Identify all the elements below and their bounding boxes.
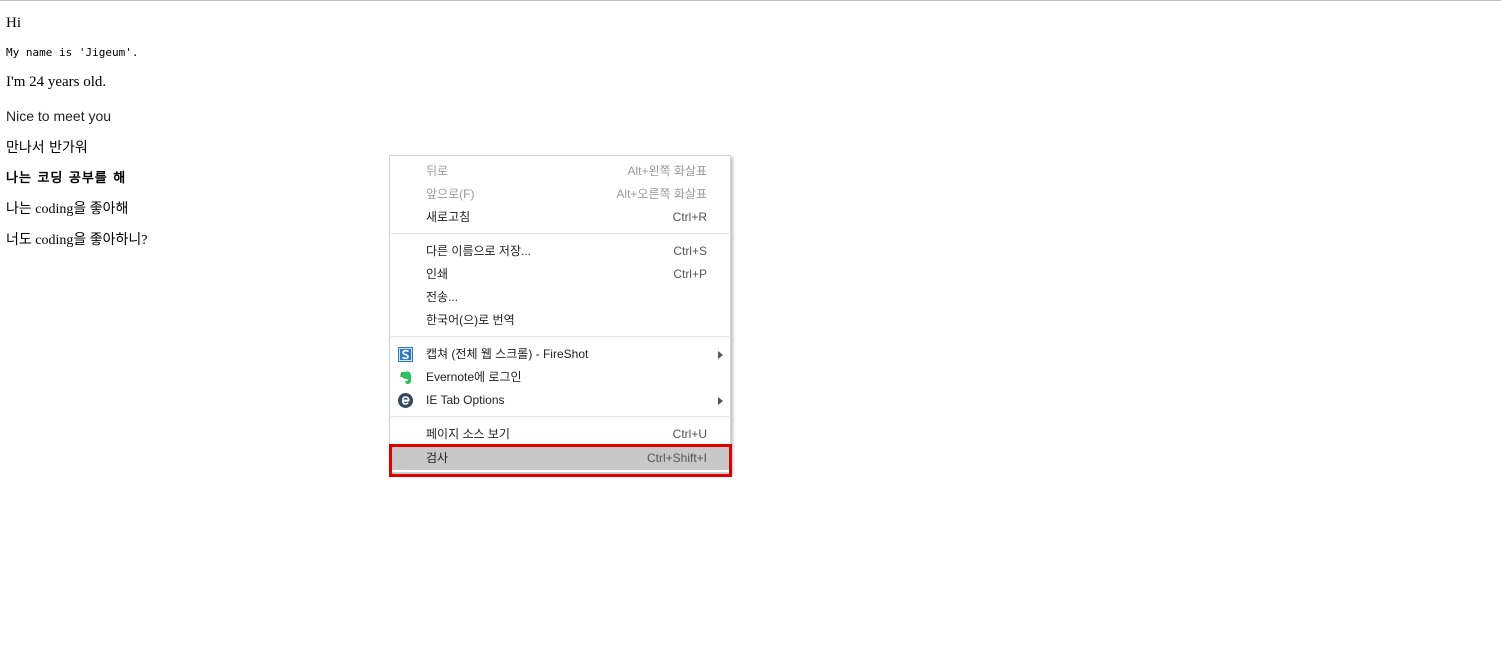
menu-item-cast[interactable]: 전송... — [390, 286, 730, 309]
menu-item-label: Evernote에 로그인 — [426, 370, 522, 384]
menu-item-reload[interactable]: 새로고침 Ctrl+R — [390, 206, 730, 229]
menu-separator — [391, 416, 729, 417]
menu-item-translate[interactable]: 한국어(으)로 번역 — [390, 309, 730, 332]
menu-item-inspect[interactable]: 검사 Ctrl+Shift+I — [390, 447, 730, 470]
menu-item-label: 한국어(으)로 번역 — [426, 313, 515, 327]
menu-separator — [391, 233, 729, 234]
ie-tab-icon — [398, 393, 413, 408]
text-line-korean-question: 너도 coding을 좋아하니? — [6, 233, 148, 248]
text-line-korean-greeting: 만나서 반가워 — [6, 140, 88, 156]
menu-item-evernote[interactable]: Evernote에 로그인 — [390, 366, 730, 389]
menu-item-label: IE Tab Options — [426, 393, 505, 407]
menu-item-back[interactable]: 뒤로 Alt+왼쪽 화살표 — [390, 160, 730, 183]
text-line-age: I'm 24 years old. — [6, 74, 107, 90]
menu-item-label: 캡쳐 (전체 웹 스크롤) - FireShot — [426, 347, 589, 361]
menu-item-print[interactable]: 인쇄 Ctrl+P — [390, 263, 730, 286]
menu-separator — [391, 336, 729, 337]
menu-item-label: 다른 이름으로 저장... — [426, 244, 531, 258]
menu-item-shortcut: Alt+왼쪽 화살표 — [627, 164, 707, 178]
menu-item-label: 앞으로(F) — [426, 187, 475, 201]
menu-item-shortcut: Ctrl+S — [673, 244, 707, 258]
menu-item-label: 검사 — [426, 451, 449, 465]
menu-item-shortcut: Ctrl+Shift+I — [646, 451, 707, 465]
menu-item-label: 전송... — [426, 290, 459, 304]
menu-item-ie-tab[interactable]: IE Tab Options — [390, 389, 730, 412]
text-line-nice: Nice to meet you — [6, 108, 112, 124]
menu-item-label: 인쇄 — [426, 267, 449, 281]
menu-item-label: 뒤로 — [426, 164, 449, 178]
menu-item-view-source[interactable]: 페이지 소스 보기 Ctrl+U — [390, 423, 730, 446]
web-page: Hi My name is 'Jigeum'. I'm 24 years old… — [0, 0, 1501, 661]
fireshot-icon — [398, 347, 413, 362]
menu-item-label: 페이지 소스 보기 — [426, 427, 510, 441]
submenu-arrow-icon — [718, 397, 723, 405]
menu-item-shortcut: Ctrl+P — [673, 267, 707, 281]
text-line-name: My name is 'Jigeum'. — [6, 46, 139, 59]
menu-item-save-as[interactable]: 다른 이름으로 저장... Ctrl+S — [390, 240, 730, 263]
menu-item-shortcut: Ctrl+R — [672, 210, 707, 224]
text-line-hi: Hi — [6, 15, 21, 31]
text-line-korean-like: 나는 coding을 좋아해 — [6, 202, 129, 217]
menu-item-shortcut: Ctrl+U — [672, 427, 707, 441]
context-menu: 뒤로 Alt+왼쪽 화살표 앞으로(F) Alt+오른쪽 화살표 새로고침 Ct… — [389, 155, 731, 473]
evernote-icon — [400, 371, 411, 384]
menu-item-fireshot[interactable]: 캡쳐 (전체 웹 스크롤) - FireShot — [390, 343, 730, 366]
text-line-korean-study: 나는 코딩 공부를 해 — [6, 171, 127, 186]
menu-item-shortcut: Alt+오른쪽 화살표 — [616, 187, 707, 201]
menu-item-label: 새로고침 — [426, 210, 471, 224]
menu-item-forward[interactable]: 앞으로(F) Alt+오른쪽 화살표 — [390, 183, 730, 206]
submenu-arrow-icon — [718, 351, 723, 359]
